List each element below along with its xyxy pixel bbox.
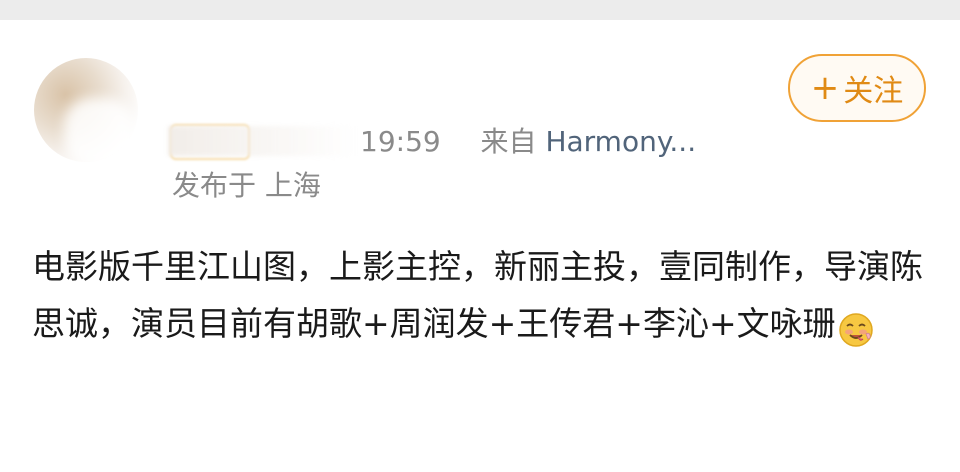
follow-label: 关注 <box>843 74 904 109</box>
post-meta: 19:59 来自 Harmony... <box>360 124 696 160</box>
post-text: 电影版千里江山图，上影主控，新丽主投，壹同制作，导演陈思诚，演员目前有胡歌+周润… <box>32 247 923 343</box>
avatar[interactable] <box>34 58 138 162</box>
username-blurred[interactable] <box>168 126 358 156</box>
top-separator-bar <box>0 0 960 20</box>
follow-button[interactable]: + 关注 <box>788 54 926 122</box>
avatar-blur-mask <box>64 98 134 162</box>
post-source[interactable]: Harmony... <box>545 125 696 158</box>
plus-icon: + <box>810 68 840 108</box>
post-location: 发布于 上海 <box>172 169 321 202</box>
post-body: 电影版千里江山图，上影主控，新丽主投，壹同制作，导演陈思诚，演员目前有胡歌+周润… <box>32 238 932 352</box>
post-timestamp: 19:59 <box>360 125 441 158</box>
source-prefix: 来自 <box>480 125 537 158</box>
yummy-face-emoji-icon <box>838 308 874 347</box>
